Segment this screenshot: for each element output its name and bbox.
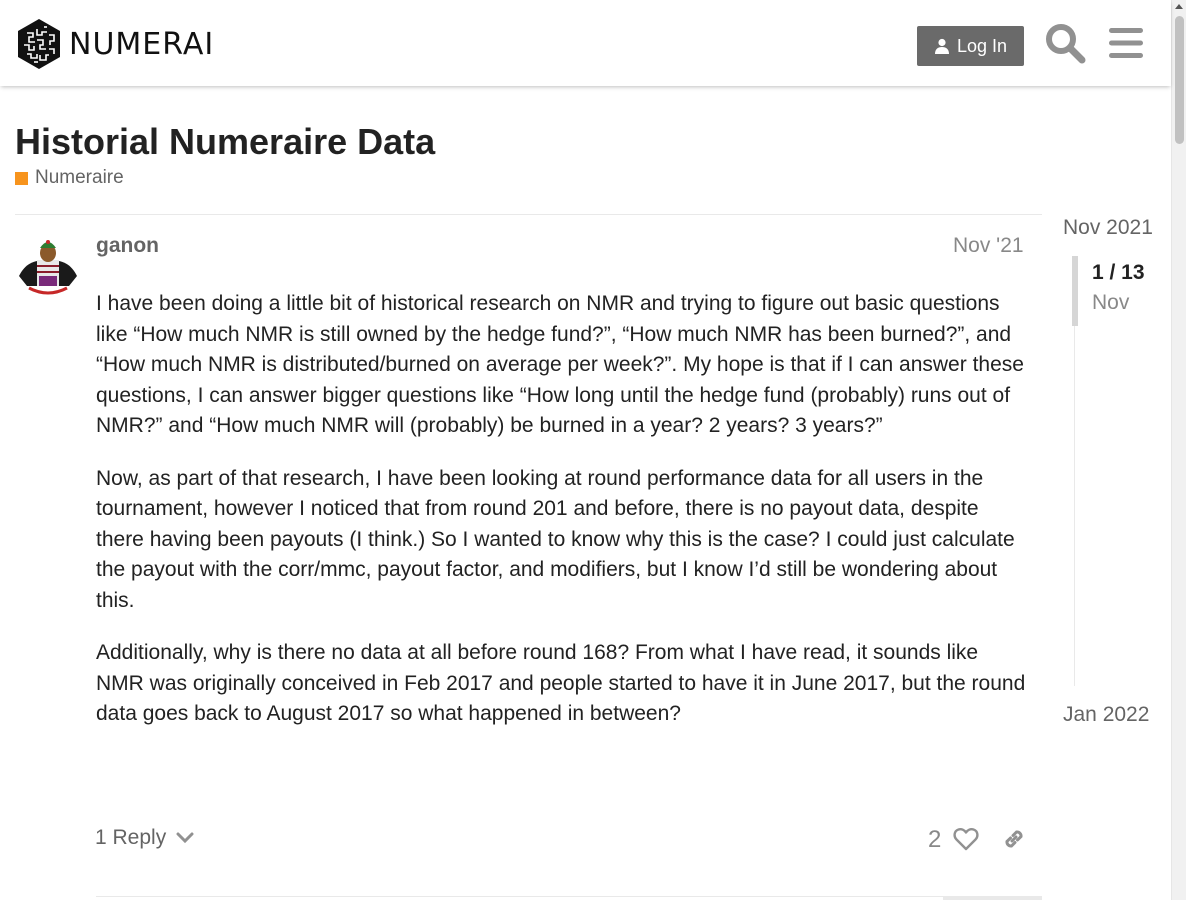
avatar-image bbox=[15, 236, 81, 302]
avatar[interactable] bbox=[15, 236, 81, 302]
scroll-up-arrow-icon[interactable] bbox=[1175, 4, 1183, 9]
next-post-border bbox=[96, 896, 1042, 901]
timeline-progress: 1 / 13 bbox=[1092, 261, 1145, 284]
link-icon[interactable] bbox=[1001, 826, 1027, 852]
post-paragraph: Now, as part of that research, I have be… bbox=[96, 466, 1015, 612]
post-paragraph: Additionally, why is there no data at al… bbox=[96, 641, 1026, 725]
search-icon[interactable] bbox=[1044, 22, 1086, 64]
post-body: I have been doing a little bit of histor… bbox=[96, 289, 1031, 752]
numerai-logo-mark-icon bbox=[18, 19, 60, 69]
post-username[interactable]: ganon bbox=[96, 234, 159, 258]
category-color-swatch bbox=[15, 171, 28, 185]
post-paragraph: I have been doing a little bit of histor… bbox=[96, 292, 1024, 437]
show-replies-button[interactable]: 1 Reply bbox=[95, 826, 194, 850]
like-count: 2 bbox=[928, 826, 942, 853]
heart-icon[interactable] bbox=[953, 826, 979, 852]
page-scrollbar[interactable] bbox=[1171, 0, 1186, 900]
timeline-handle[interactable] bbox=[1072, 256, 1078, 326]
timeline-start-date[interactable]: Nov 2021 bbox=[1063, 216, 1153, 240]
timeline-end-date[interactable]: Jan 2022 bbox=[1063, 703, 1149, 727]
topic-title[interactable]: Historial Numeraire Data bbox=[15, 118, 435, 166]
replies-label: 1 Reply bbox=[95, 826, 167, 849]
post-date[interactable]: Nov '21 bbox=[953, 234, 1024, 258]
post-controls: 1 Reply 2 bbox=[95, 820, 1030, 862]
scroll-thumb[interactable] bbox=[1175, 16, 1184, 144]
chevron-down-icon bbox=[176, 832, 194, 844]
site-header: NUMERAI Log In bbox=[0, 0, 1171, 86]
log-in-label: Log In bbox=[956, 35, 1008, 56]
category-badge[interactable]: Numeraire bbox=[15, 167, 124, 189]
logo-text: NUMERAI bbox=[69, 26, 215, 62]
category-name: Numeraire bbox=[35, 167, 124, 188]
title-divider bbox=[15, 214, 1042, 215]
log-in-button[interactable]: Log In bbox=[917, 26, 1024, 66]
hamburger-menu-icon[interactable] bbox=[1105, 22, 1147, 64]
user-icon bbox=[934, 38, 949, 54]
timeline-month: Nov bbox=[1092, 291, 1130, 314]
numerai-logo[interactable]: NUMERAI bbox=[15, 17, 214, 71]
